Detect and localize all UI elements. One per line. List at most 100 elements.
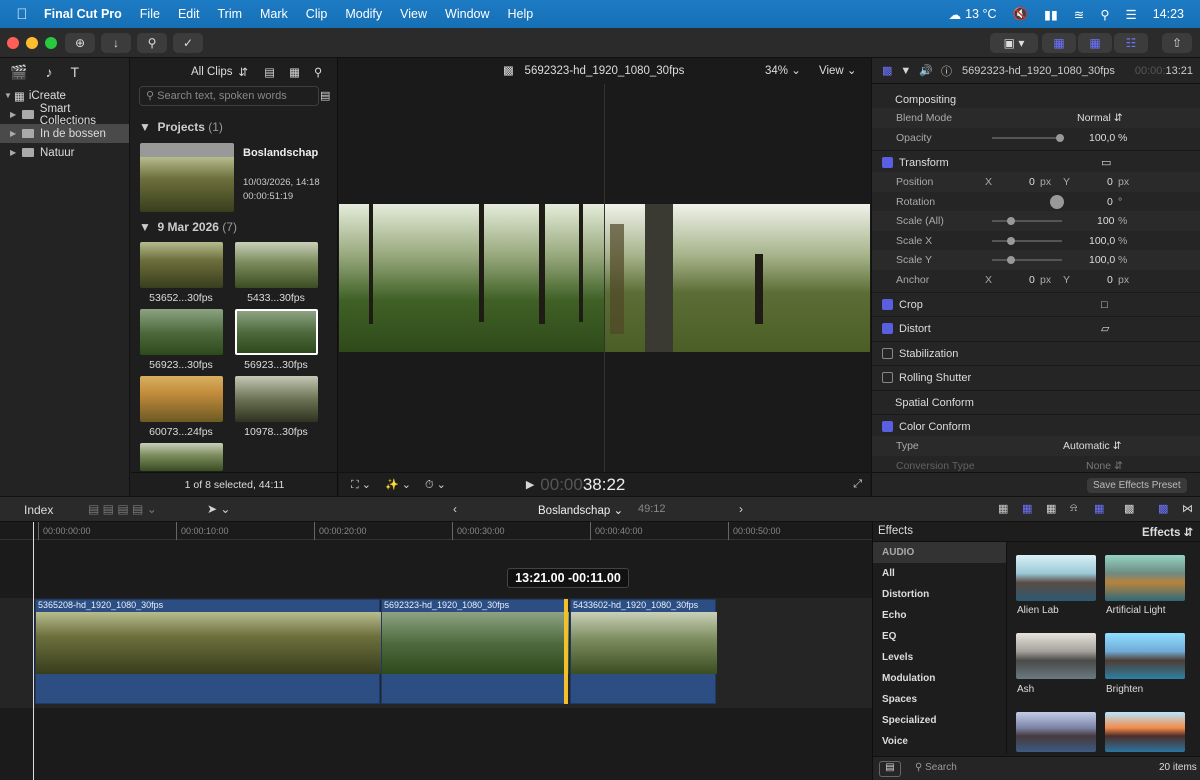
rotation-dial[interactable] bbox=[1050, 195, 1064, 209]
background-tasks-icon[interactable]: ✓ bbox=[173, 33, 203, 53]
project-name[interactable]: Boslandschap bbox=[243, 147, 318, 159]
effects-category[interactable]: Distortion bbox=[873, 584, 1006, 605]
wifi-icon[interactable]: ≊ bbox=[1074, 7, 1084, 22]
effects-browser-icon[interactable]: ▩ bbox=[1158, 502, 1168, 515]
effects-category[interactable]: EQ bbox=[873, 626, 1006, 647]
viewer-frame-right[interactable] bbox=[605, 204, 870, 352]
fullscreen-icon[interactable]: ⤢ bbox=[853, 478, 862, 491]
clip-thumbnail[interactable] bbox=[140, 309, 223, 355]
event-in-de-bossen[interactable]: ▶ In de bossen bbox=[0, 124, 129, 143]
mute-icon[interactable]: 🔇 bbox=[1013, 7, 1029, 22]
effects-category[interactable]: AUDIO bbox=[873, 542, 1006, 563]
transform-checkbox[interactable] bbox=[882, 157, 893, 168]
chevron-updown-icon[interactable]: ⇵ bbox=[239, 65, 249, 79]
effects-category[interactable]: All bbox=[873, 563, 1006, 584]
effect-thumbnail[interactable] bbox=[1016, 555, 1096, 601]
download-icon[interactable]: ↓ bbox=[101, 33, 131, 53]
position-x-value[interactable]: 0 bbox=[1029, 176, 1035, 188]
weather-icon[interactable]: ☁ bbox=[949, 7, 962, 22]
menu-modify[interactable]: Modify bbox=[345, 7, 382, 21]
all-clips-dropdown[interactable]: All Clips bbox=[191, 66, 233, 78]
timeline-toggle-icon[interactable]: ▦ bbox=[1078, 33, 1112, 53]
crop-overlay-icon[interactable]: □ bbox=[1101, 299, 1108, 311]
distort-overlay-icon[interactable]: ▱ bbox=[1101, 322, 1109, 335]
menu-trim[interactable]: Trim bbox=[217, 7, 242, 21]
transform-overlay-icon[interactable]: ▭ bbox=[1101, 156, 1111, 169]
menu-clip[interactable]: Clip bbox=[306, 7, 328, 21]
opacity-slider-knob[interactable] bbox=[1056, 134, 1064, 142]
close-window-button[interactable] bbox=[7, 36, 19, 49]
conversion-type-select[interactable]: None ⇵ bbox=[1086, 460, 1123, 472]
playhead[interactable] bbox=[33, 522, 34, 780]
photos-audio-icon[interactable]: ♪ bbox=[45, 64, 52, 80]
enhance-tool-icon[interactable]: ✨ ⌄ bbox=[385, 478, 411, 491]
rolling-shutter-section[interactable]: Rolling Shutter bbox=[872, 365, 1200, 389]
transform-section[interactable]: Transform ▭ bbox=[872, 150, 1200, 174]
scale-all-value[interactable]: 100 bbox=[1097, 215, 1115, 227]
date-section-header[interactable]: ▼ 9 Mar 2026 (7) bbox=[139, 220, 237, 234]
disclosure-icon[interactable]: ▼ bbox=[4, 91, 14, 100]
effects-category[interactable]: Echo bbox=[873, 605, 1006, 626]
clip-thumbnail[interactable] bbox=[235, 376, 318, 422]
weather-text[interactable]: 13 °C bbox=[965, 7, 996, 21]
clip-thumbnail[interactable] bbox=[140, 242, 223, 288]
audio-skimming-icon[interactable]: ⍾ bbox=[1070, 502, 1077, 515]
effects-search-input[interactable]: ⚲ Search bbox=[915, 762, 957, 773]
event-natuur[interactable]: ▶ Natuur bbox=[0, 143, 129, 162]
select-tool-icon[interactable]: ➤ ⌄ bbox=[207, 502, 230, 516]
keyword-icon[interactable]: ⚲ bbox=[137, 33, 167, 53]
share-icon[interactable]: ⇧ bbox=[1162, 33, 1192, 53]
history-forward-icon[interactable]: › bbox=[739, 502, 743, 516]
project-dropdown[interactable]: Boslandschap ⌄ bbox=[538, 503, 623, 517]
scale-all-slider[interactable] bbox=[992, 220, 1062, 222]
timeline-clip[interactable]: 5692323-hd_1920_1080_30fps bbox=[381, 599, 569, 704]
scale-x-slider[interactable] bbox=[992, 240, 1062, 242]
color-conform-section[interactable]: Color Conform bbox=[872, 414, 1200, 438]
timeline-clip[interactable]: 5365208-hd_1920_1080_30fps bbox=[35, 599, 381, 704]
opacity-value[interactable]: 100,0 bbox=[1089, 132, 1115, 144]
search-icon[interactable]: ⚲ bbox=[314, 65, 322, 79]
effects-category[interactable]: Levels bbox=[873, 647, 1006, 668]
anchor-x-value[interactable]: 0 bbox=[1029, 274, 1035, 286]
menu-file[interactable]: File bbox=[140, 7, 160, 21]
menu-mark[interactable]: Mark bbox=[260, 7, 288, 21]
timeline-clip[interactable]: 5433602-hd_1920_1080_30fps bbox=[570, 599, 717, 704]
menu-view[interactable]: View bbox=[400, 7, 427, 21]
menu-edit[interactable]: Edit bbox=[178, 7, 200, 21]
effects-category[interactable]: Specialized bbox=[873, 710, 1006, 731]
rolling-shutter-checkbox[interactable] bbox=[882, 372, 893, 383]
scale-y-slider[interactable] bbox=[992, 259, 1062, 261]
view-dropdown[interactable]: View ⌄ bbox=[819, 58, 857, 84]
apple-icon[interactable]:  bbox=[0, 6, 44, 23]
distort-checkbox[interactable] bbox=[882, 323, 893, 334]
history-back-icon[interactable]: ‹ bbox=[453, 502, 457, 516]
solo-icon[interactable]: ▦ bbox=[1094, 502, 1104, 515]
effects-category[interactable]: Voice bbox=[873, 731, 1006, 752]
browser-toggle-icon[interactable]: ▦ bbox=[1042, 33, 1076, 53]
control-center-icon[interactable]: ☰ bbox=[1126, 7, 1137, 22]
clock[interactable]: 14:23 bbox=[1153, 7, 1184, 21]
minimize-window-button[interactable] bbox=[26, 36, 38, 49]
effects-dropdown[interactable]: Effects ⇵ bbox=[1142, 525, 1193, 539]
opacity-slider[interactable] bbox=[992, 137, 1062, 139]
effect-thumbnail[interactable] bbox=[1105, 555, 1185, 601]
video-inspector-icon[interactable]: ▩ bbox=[882, 64, 892, 77]
sidebar-toggle-icon[interactable]: ▤ bbox=[879, 761, 901, 777]
smart-collections-item[interactable]: ▶ Smart Collections bbox=[0, 103, 129, 127]
crop-section[interactable]: Crop □ bbox=[872, 292, 1200, 316]
disclosure-icon[interactable]: ▶ bbox=[10, 110, 20, 119]
search-icon[interactable]: ⚲ bbox=[1100, 7, 1109, 22]
color-inspector-icon[interactable]: ▼ bbox=[900, 65, 911, 77]
menu-app[interactable]: Final Cut Pro bbox=[44, 7, 122, 21]
transform-tool-icon[interactable]: ⛶ ⌄ bbox=[351, 478, 371, 492]
color-conform-checkbox[interactable] bbox=[882, 421, 893, 432]
scale-y-value[interactable]: 100,0 bbox=[1089, 254, 1115, 266]
retime-icon[interactable]: ⏱ ⌄ bbox=[425, 478, 446, 492]
menu-help[interactable]: Help bbox=[508, 7, 534, 21]
crop-checkbox[interactable] bbox=[882, 299, 893, 310]
blend-mode-select[interactable]: Normal ⇵ bbox=[1077, 112, 1123, 124]
index-button[interactable]: Index bbox=[24, 503, 53, 517]
disclosure-icon[interactable]: ▶ bbox=[10, 148, 20, 157]
trim-edit-point[interactable] bbox=[564, 599, 568, 704]
media-browser-icon[interactable]: ▩ bbox=[1124, 502, 1134, 515]
